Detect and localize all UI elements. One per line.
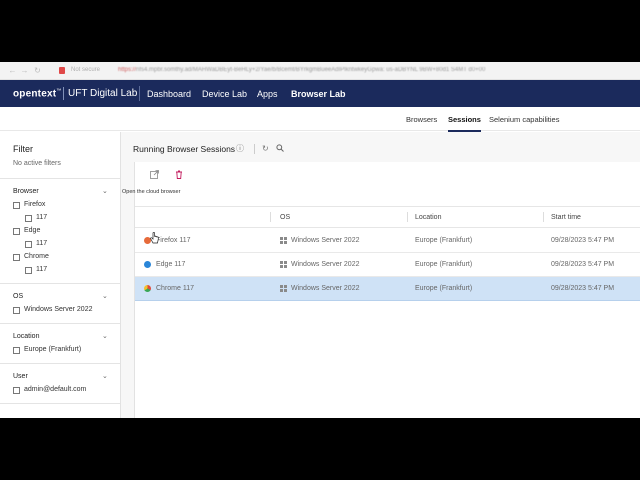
info-icon[interactable]: ⓘ — [236, 144, 244, 153]
section-os-title: OS — [13, 293, 24, 300]
hand-cursor-icon — [150, 231, 159, 250]
checkbox-label: Firefox — [24, 201, 46, 208]
tab-selenium-capabilities[interactable]: Selenium capabilities — [489, 115, 559, 124]
windows-icon — [280, 285, 287, 292]
checkbox[interactable] — [13, 387, 20, 394]
sub-tabs: Browsers Sessions Selenium capabilities — [0, 107, 640, 132]
cell-start-time: 09/28/2023 5:47 PM — [551, 261, 615, 268]
cell-location: Europe (Frankfurt) — [415, 237, 473, 244]
table-row[interactable]: Edge 117 Windows Server 2022 Europe (Fra… — [135, 253, 640, 277]
search-icon[interactable] — [276, 144, 284, 154]
filter-status: No active filters — [13, 160, 61, 167]
nav-divider — [139, 86, 140, 101]
checkbox-label: Chrome — [24, 253, 49, 260]
checkbox-label: Windows Server 2022 — [24, 306, 93, 313]
cell-start-time: 09/28/2023 5:47 PM — [551, 285, 615, 292]
page-title: Running Browser Sessions — [133, 144, 236, 154]
filter-title: Filter — [13, 144, 33, 154]
sessions-panel: Running Browser Sessions ⓘ ↻ Open the cl… — [121, 132, 640, 418]
column-divider — [407, 212, 408, 222]
checkbox[interactable] — [25, 241, 32, 248]
nav-device-lab[interactable]: Device Lab — [202, 89, 247, 99]
back-icon[interactable]: ← — [8, 66, 17, 75]
section-location-title: Location — [13, 333, 40, 340]
checkbox[interactable] — [13, 307, 20, 314]
divider — [0, 403, 120, 404]
top-navbar: opentext™ UFT Digital Lab Dashboard Devi… — [0, 80, 640, 109]
app-window: ← → ↻ Not secure https://nfs4.mpbr.somth… — [0, 62, 640, 418]
column-header-location[interactable]: Location — [415, 214, 441, 221]
toolbar-divider — [254, 144, 255, 154]
cell-location: Europe (Frankfurt) — [415, 261, 473, 268]
table-row[interactable]: Chrome 117 Windows Server 2022 Europe (F… — [135, 277, 640, 301]
filter-sidebar: Filter No active filters Browser ⌄ Firef… — [0, 132, 121, 418]
table-header: OS Location Start time — [135, 206, 640, 228]
cell-os: Windows Server 2022 — [291, 261, 360, 268]
brand-name: opentext — [13, 88, 57, 100]
checkbox-label: admin@default.com — [24, 386, 87, 393]
checkbox-label: 117 — [36, 214, 48, 221]
column-header-start-time[interactable]: Start time — [551, 214, 581, 221]
windows-icon — [280, 237, 287, 244]
chevron-down-icon[interactable]: ⌄ — [102, 372, 108, 380]
divider — [0, 363, 120, 364]
cell-location: Europe (Frankfurt) — [415, 285, 473, 292]
opentext-logo[interactable]: opentext™ — [13, 88, 61, 99]
checkbox-label: 117 — [36, 240, 48, 247]
nav-apps[interactable]: Apps — [257, 89, 278, 99]
checkbox[interactable] — [25, 215, 32, 222]
cell-browser: Chrome 117 — [156, 285, 195, 292]
chrome-icon — [144, 285, 151, 292]
reload-icon[interactable]: ↻ — [33, 66, 42, 75]
checkbox-label: 117 — [36, 266, 48, 273]
chevron-down-icon[interactable]: ⌄ — [102, 187, 108, 195]
checkbox[interactable] — [25, 267, 32, 274]
section-user-title: User — [13, 373, 28, 380]
divider — [0, 323, 120, 324]
cell-os: Windows Server 2022 — [291, 237, 360, 244]
nav-dashboard[interactable]: Dashboard — [147, 89, 191, 99]
product-name: UFT Digital Lab — [68, 88, 138, 99]
nav-browser-lab[interactable]: Browser Lab — [291, 89, 346, 109]
tab-sessions[interactable]: Sessions — [448, 115, 481, 132]
column-divider — [543, 212, 544, 222]
windows-icon — [280, 261, 287, 268]
refresh-icon[interactable]: ↻ — [262, 144, 269, 153]
cell-browser: Firefox 117 — [156, 237, 191, 244]
open-cloud-browser-button[interactable] — [150, 170, 159, 181]
checkbox[interactable] — [13, 254, 20, 261]
table-row[interactable]: Firefox 117 Windows Server 2022 Europe (… — [135, 229, 640, 253]
not-secure-icon — [59, 67, 65, 74]
video-frame: ← → ↻ Not secure https://nfs4.mpbr.somth… — [0, 0, 640, 480]
column-header-os[interactable]: OS — [280, 214, 290, 221]
url-rest: nfs4.mpbr.somthy.ad/MAHWaDBEyt-BeHLy+2/Y… — [136, 67, 486, 73]
chevron-down-icon[interactable]: ⌄ — [102, 332, 108, 340]
chevron-down-icon[interactable]: ⌄ — [102, 292, 108, 300]
brand-trademark: ™ — [56, 88, 62, 94]
tooltip-open-cloud-browser: Open the cloud browser — [122, 189, 181, 195]
checkbox[interactable] — [13, 228, 20, 235]
url-prefix: https:// — [118, 67, 137, 73]
section-browser-title: Browser — [13, 188, 39, 195]
divider — [0, 283, 120, 284]
cell-start-time: 09/28/2023 5:47 PM — [551, 237, 615, 244]
divider — [0, 178, 120, 179]
brand-divider — [63, 87, 64, 100]
cell-os: Windows Server 2022 — [291, 285, 360, 292]
checkbox-label: Europe (Frankfurt) — [24, 346, 82, 353]
checkbox-label: Edge — [24, 227, 41, 234]
edge-icon — [144, 261, 151, 268]
security-label: Not secure — [71, 67, 101, 73]
checkbox[interactable] — [13, 347, 20, 354]
sessions-table: Open the cloud browser OS Location Start… — [122, 162, 640, 418]
tab-browsers[interactable]: Browsers — [406, 115, 437, 124]
checkbox[interactable] — [13, 202, 20, 209]
column-divider — [270, 212, 271, 222]
forward-icon[interactable]: → — [20, 66, 29, 75]
cell-browser: Edge 117 — [156, 261, 186, 268]
delete-icon[interactable] — [175, 170, 183, 181]
url-text[interactable]: https://nfs4.mpbr.somthy.ad/MAHWaDBEyt-B… — [118, 67, 556, 74]
browser-address-bar: ← → ↻ Not secure https://nfs4.mpbr.somth… — [0, 62, 640, 80]
